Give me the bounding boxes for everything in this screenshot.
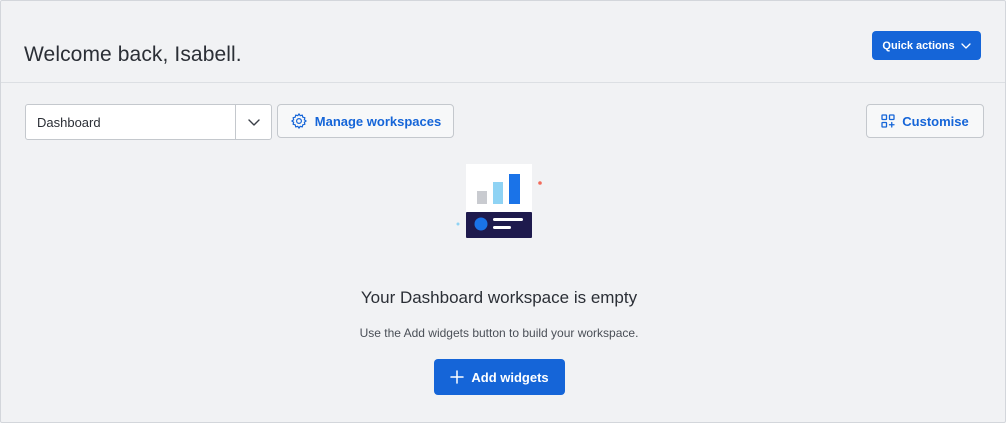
page-header: Welcome back, Isabell. Quick actions (1, 1, 1005, 83)
manage-workspaces-button[interactable]: Manage workspaces (277, 104, 454, 138)
workspace-select[interactable]: Dashboard (25, 104, 272, 140)
plus-icon (450, 370, 465, 384)
chevron-down-icon (247, 118, 260, 126)
workspace-select-toggle[interactable] (235, 105, 271, 139)
grid-add-icon (881, 114, 895, 128)
customise-label: Customise (902, 113, 969, 129)
workspace-select-value: Dashboard (37, 114, 101, 130)
quick-actions-label: Quick actions (882, 39, 955, 52)
empty-state-title: Your Dashboard workspace is empty (360, 288, 638, 307)
gear-icon (290, 112, 308, 130)
chevron-down-icon (960, 42, 971, 49)
app-frame: Welcome back, Isabell. Quick actions Das… (0, 0, 1006, 423)
customise-button[interactable]: Customise (866, 104, 984, 138)
welcome-heading: Welcome back, Isabell. (24, 43, 242, 66)
quick-actions-button[interactable]: Quick actions (872, 31, 981, 60)
dashboard-chart-illustration (453, 161, 549, 243)
manage-workspaces-label: Manage workspaces (314, 113, 442, 129)
add-widgets-label: Add widgets (471, 369, 549, 385)
add-widgets-button[interactable]: Add widgets (434, 359, 565, 395)
empty-state-subtitle: Use the Add widgets button to build your… (359, 326, 639, 340)
